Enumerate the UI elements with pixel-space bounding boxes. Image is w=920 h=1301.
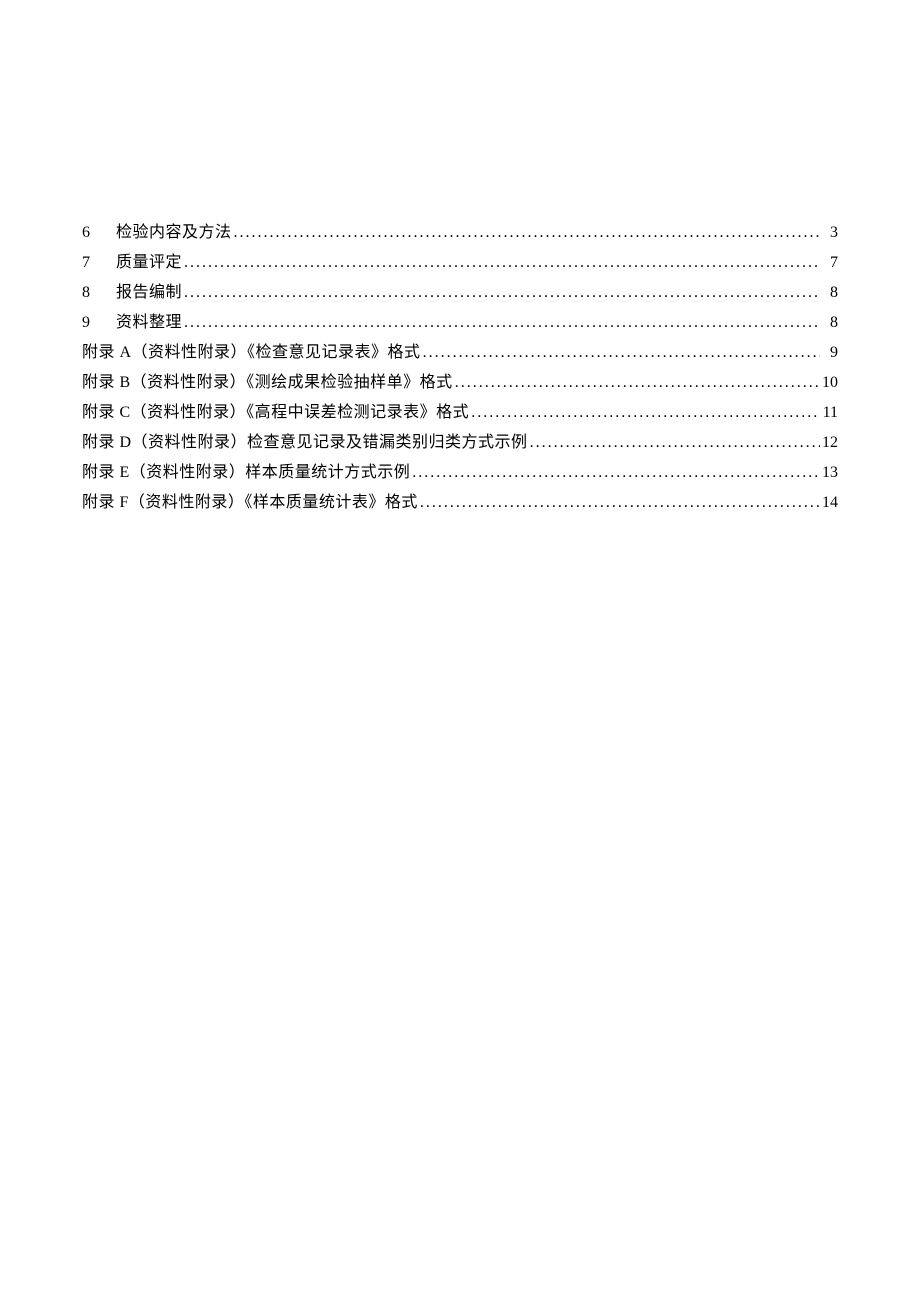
toc-leader [182,285,820,301]
toc-leader [232,225,820,241]
toc-leader [410,465,820,481]
toc-label: 报告编制 [116,285,182,301]
toc-number: 8 [82,285,116,301]
toc-entry: 6 检验内容及方法 3 [82,225,838,241]
toc-number: 6 [82,225,116,241]
toc-page: 12 [820,435,838,451]
toc-number: 9 [82,315,116,331]
toc-leader [453,375,820,391]
toc-leader [418,495,820,511]
toc-appendix-entry: 附录 D（资料性附录）检查意见记录及错漏类别归类方式示例 12 [82,435,838,451]
toc-number: 7 [82,255,116,271]
toc-page: 11 [820,405,838,421]
toc-label: 附录 E（资料性附录）样本质量统计方式示例 [82,465,410,481]
toc-entry: 9 资料整理 8 [82,315,838,331]
toc-entry: 8 报告编制 8 [82,285,838,301]
toc-appendix-entry: 附录 E（资料性附录）样本质量统计方式示例 13 [82,465,838,481]
toc-label: 附录 B（资料性附录）《测绘成果检验抽样单》格式 [82,375,453,391]
toc-page: 8 [820,285,838,301]
toc-leader [182,255,820,271]
toc-label: 资料整理 [116,315,182,331]
toc-appendix-entry: 附录 C（资料性附录）《高程中误差检测记录表》格式 11 [82,405,838,421]
toc-page: 7 [820,255,838,271]
toc-page: 8 [820,315,838,331]
toc-label: 附录 D（资料性附录）检查意见记录及错漏类别归类方式示例 [82,435,528,451]
toc-leader [469,405,820,421]
toc-page: 10 [820,375,838,391]
toc-label: 附录 F（资料性附录）《样本质量统计表》格式 [82,495,418,511]
toc-appendix-entry: 附录 A（资料性附录）《检查意见记录表》格式 9 [82,345,838,361]
toc-page: 13 [820,465,838,481]
toc-page: 14 [820,495,838,511]
toc-page: 3 [820,225,838,241]
toc-leader [421,345,820,361]
toc-appendix-entry: 附录 F（资料性附录）《样本质量统计表》格式 14 [82,495,838,511]
toc-page: 9 [820,345,838,361]
toc-leader [182,315,820,331]
toc-container: 6 检验内容及方法 3 7 质量评定 7 8 报告编制 8 9 资料整理 8 附… [82,225,838,525]
toc-label: 检验内容及方法 [116,225,232,241]
toc-leader [528,435,820,451]
toc-label: 附录 C（资料性附录）《高程中误差检测记录表》格式 [82,405,469,421]
toc-entry: 7 质量评定 7 [82,255,838,271]
toc-label: 附录 A（资料性附录）《检查意见记录表》格式 [82,345,421,361]
toc-appendix-entry: 附录 B（资料性附录）《测绘成果检验抽样单》格式 10 [82,375,838,391]
toc-label: 质量评定 [116,255,182,271]
